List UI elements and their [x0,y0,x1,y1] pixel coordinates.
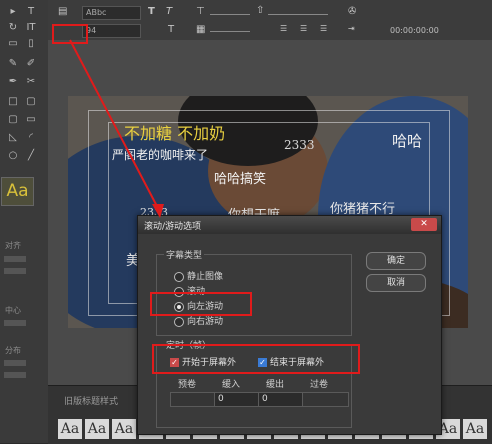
annotation-box-offscreen [152,344,360,374]
annotation-box-crawl-left [150,292,252,316]
annotation-arrow [69,39,164,218]
